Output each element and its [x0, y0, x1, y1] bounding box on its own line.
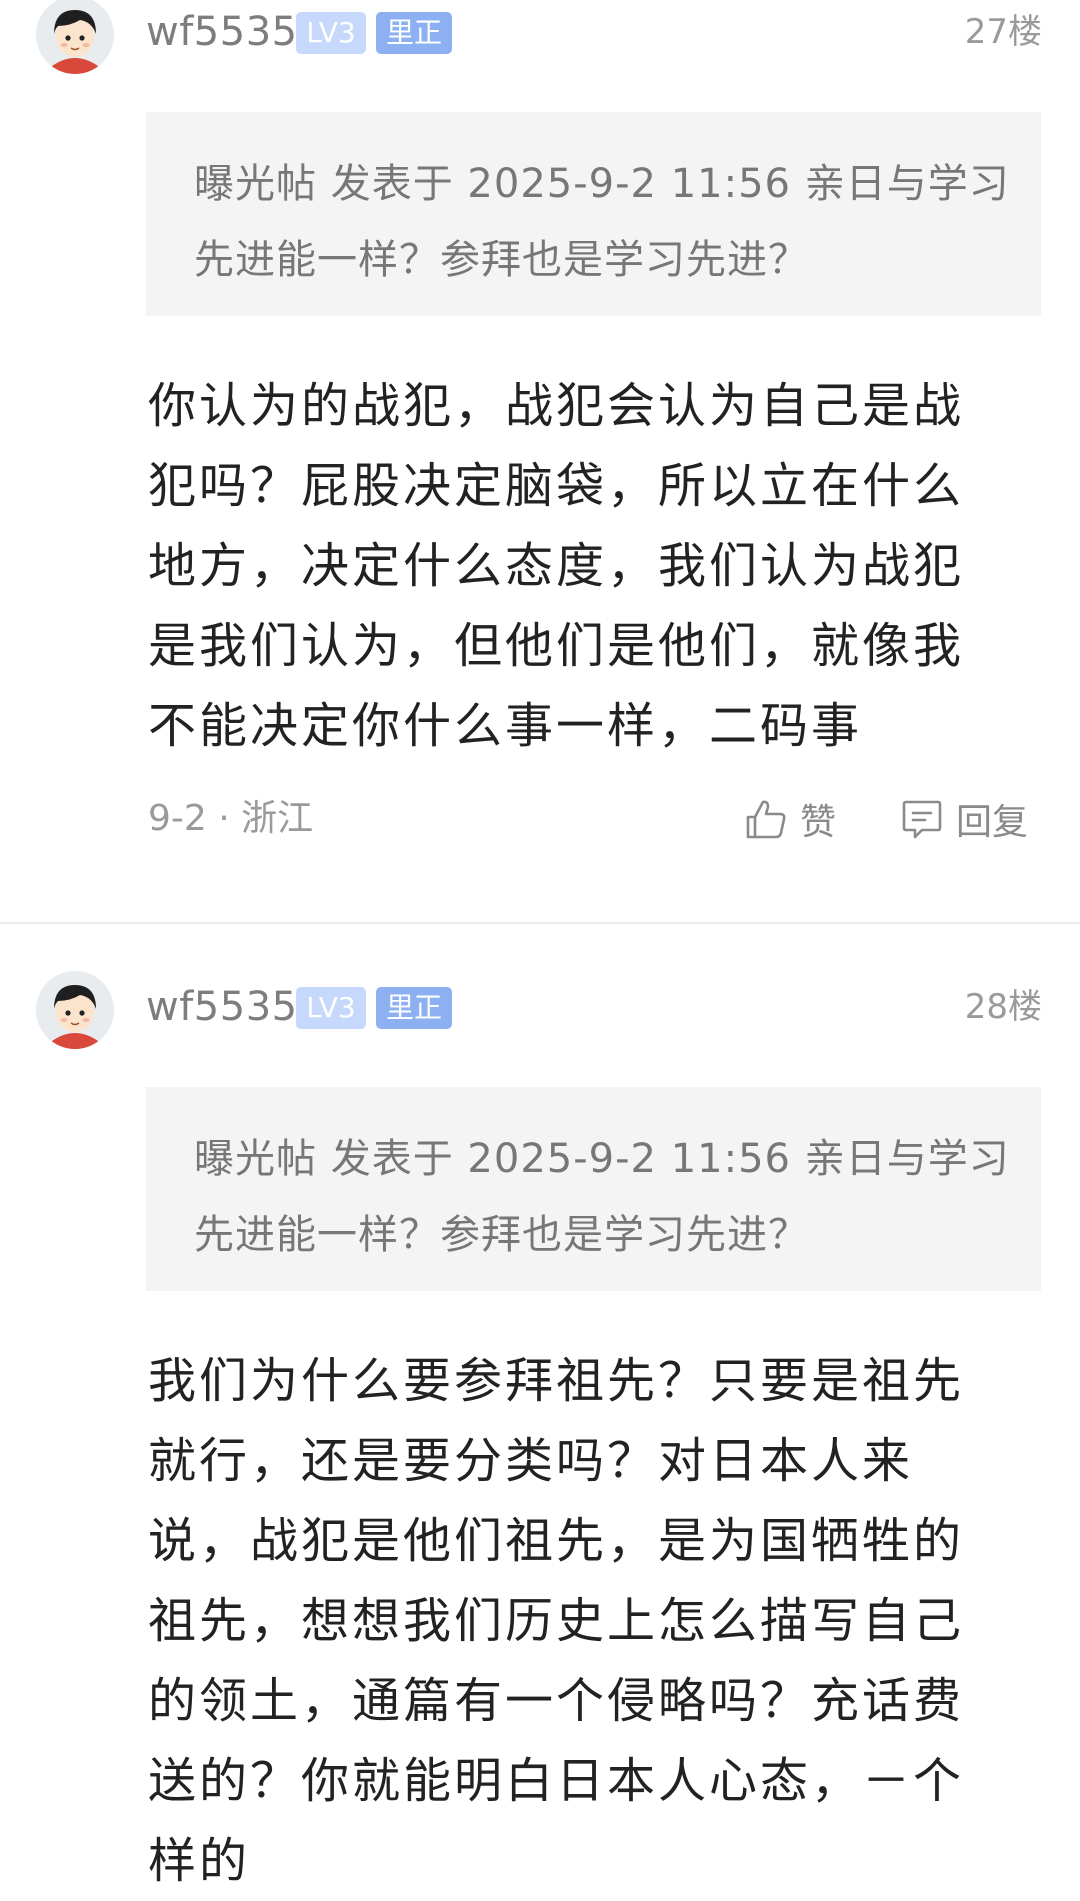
username[interactable]: wf5535	[146, 979, 298, 1035]
level-badge: LV3	[296, 987, 366, 1029]
comment-post: wf5535 LV3 里正 28楼 曝光帖 发表于 2025-9-2 11:56…	[0, 971, 1080, 1889]
cartoon-avatar-icon	[36, 0, 114, 74]
user-avatar[interactable]	[36, 0, 114, 74]
thumbs-up-icon	[746, 800, 786, 839]
comment-location: 浙江	[241, 798, 314, 839]
comment-meta: 9-2 · 浙江 赞 回复	[148, 794, 1043, 844]
meta-separator: ·	[218, 798, 230, 839]
comment-icon	[902, 800, 942, 839]
username[interactable]: wf5535	[146, 4, 298, 60]
cartoon-avatar-icon	[36, 971, 114, 1049]
title-badge: 里正	[376, 987, 452, 1029]
title-badge: 里正	[376, 12, 452, 54]
comment-text: 你认为的战犯，战犯会认为自己是战犯吗？屁股决定脑袋，所以立在什么地方，决定什么态…	[148, 378, 965, 754]
comment-text: 我们为什么要参拜祖先？只要是祖先就行，还是要分类吗？对日本人来说，战犯是他们祖先…	[148, 1353, 965, 1889]
reply-button[interactable]: 回复	[900, 794, 1028, 844]
post-divider	[0, 922, 1080, 924]
like-label: 赞	[800, 802, 837, 843]
like-button[interactable]: 赞	[744, 794, 836, 844]
comment-post: wf5535 LV3 里正 27楼 曝光帖 发表于 2025-9-2 11:56…	[0, 0, 1080, 924]
floor-number: 28楼	[964, 987, 1042, 1027]
comment-meta-text: 9-2 · 浙江	[148, 794, 313, 844]
quoted-post[interactable]: 曝光帖 发表于 2025-9-2 11:56 亲日与学习先进能一样？参拜也是学习…	[146, 1087, 1041, 1291]
comment-date: 9-2	[148, 798, 207, 839]
reply-label: 回复	[956, 802, 1029, 843]
level-badge: LV3	[296, 12, 366, 54]
user-avatar[interactable]	[36, 971, 114, 1049]
quoted-post[interactable]: 曝光帖 发表于 2025-9-2 11:56 亲日与学习先进能一样？参拜也是学习…	[146, 112, 1041, 316]
floor-number: 27楼	[964, 12, 1042, 52]
